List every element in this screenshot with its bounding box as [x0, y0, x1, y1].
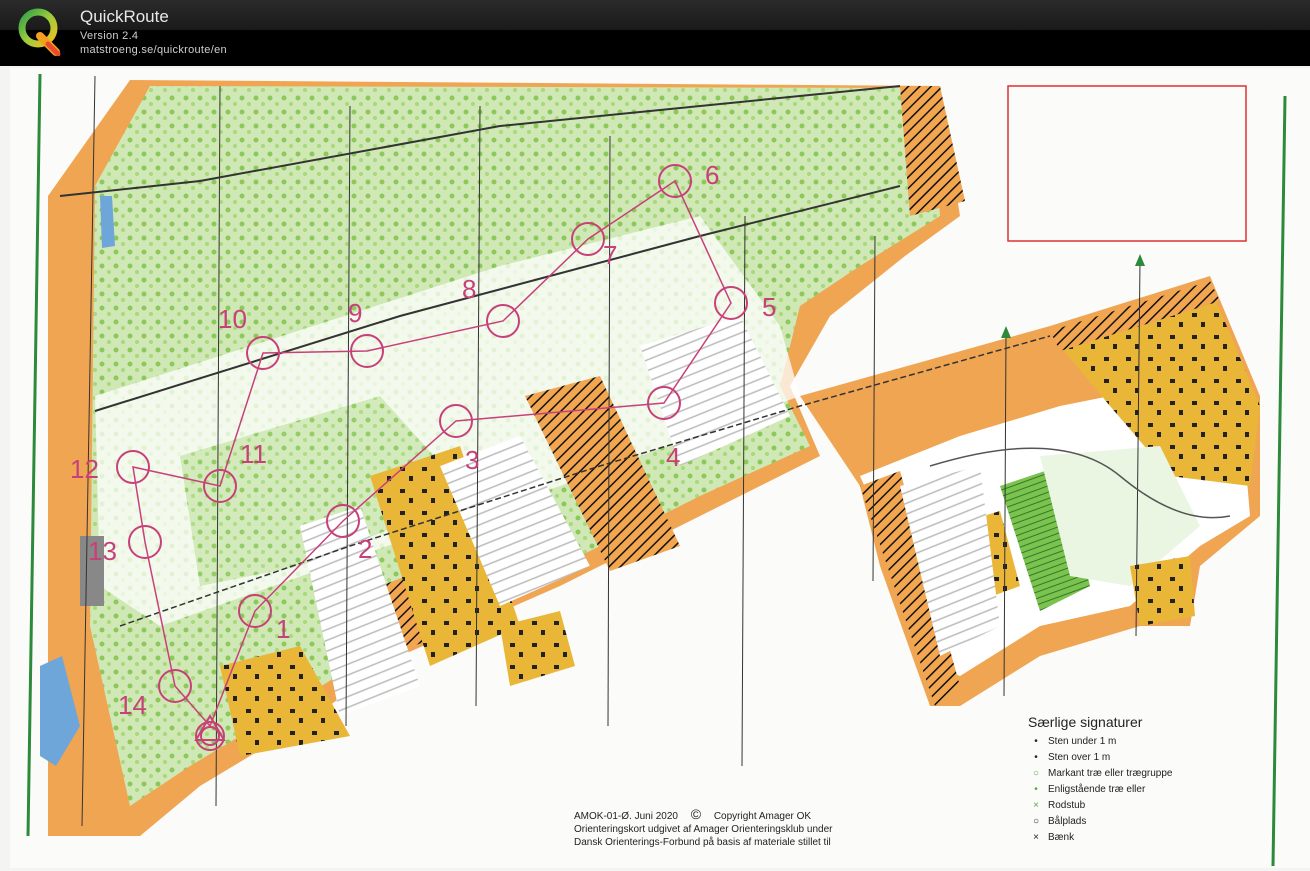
control-number-13: 13: [88, 536, 117, 566]
footer-line-2: Orienteringskort udgivet af Amager Orien…: [574, 824, 833, 835]
control-number-3: 3: [465, 445, 479, 475]
control-number-8: 8: [462, 274, 476, 304]
map-viewport[interactable]: 1 2 3 4 5 6 7 8 9 10 11 12 13 14 Særlige…: [0, 66, 1310, 871]
control-number-1: 1: [276, 614, 290, 644]
legend-item: • Sten under 1 m: [1028, 734, 1238, 750]
control-number-5: 5: [762, 292, 776, 322]
distinct-tree-icon: ○: [1032, 768, 1040, 779]
fireplace-icon: ○: [1032, 816, 1040, 827]
control-number-9: 9: [348, 298, 362, 328]
legend-item: × Bænk: [1028, 830, 1238, 846]
control-number-4: 4: [666, 442, 680, 472]
copyright-icon: ©: [690, 806, 702, 822]
map-legend: Særlige signaturer • Sten under 1 m • Sten…: [1028, 714, 1238, 846]
control-number-2: 2: [358, 534, 372, 564]
control-number-14: 14: [118, 690, 147, 720]
map-code: AMOK-01-Ø. Juni 2020: [574, 811, 678, 822]
single-tree-icon: •: [1034, 784, 1038, 795]
legend-item: × Rodstub: [1028, 798, 1238, 814]
app-version: Version 2.4: [80, 30, 139, 42]
quickroute-logo-icon: [18, 8, 61, 56]
legend-item: • Enligstående træ eller: [1028, 782, 1238, 798]
app-url[interactable]: matstroeng.se/quickroute/en: [80, 44, 227, 56]
legend-item: ○ Markant træ eller trægruppe: [1028, 766, 1238, 782]
legend-title: Særlige signaturer: [1028, 714, 1143, 730]
boulder-large-icon: •: [1034, 752, 1038, 763]
map-footer: AMOK-01-Ø. Juni 2020 © Copyright Amager …: [574, 806, 833, 849]
control-number-10: 10: [218, 304, 247, 334]
bench-icon: ×: [1033, 832, 1039, 843]
copyright-text: Copyright Amager OK: [713, 811, 812, 822]
control-number-6: 6: [705, 160, 719, 190]
app-title: QuickRoute: [80, 7, 169, 26]
control-number-7: 7: [603, 240, 617, 270]
legend-item: ○ Bålplads: [1028, 814, 1238, 830]
app-header: QuickRoute Version 2.4 matstroeng.se/qui…: [0, 0, 1310, 66]
control-number-12: 12: [70, 454, 99, 484]
footer-line-3: Dansk Orienterings-Forbund på basis af m…: [574, 837, 831, 848]
root-stock-icon: ×: [1033, 800, 1039, 811]
control-number-11: 11: [240, 439, 267, 469]
legend-item: • Sten over 1 m: [1028, 750, 1238, 766]
boulder-small-icon: •: [1034, 736, 1038, 747]
